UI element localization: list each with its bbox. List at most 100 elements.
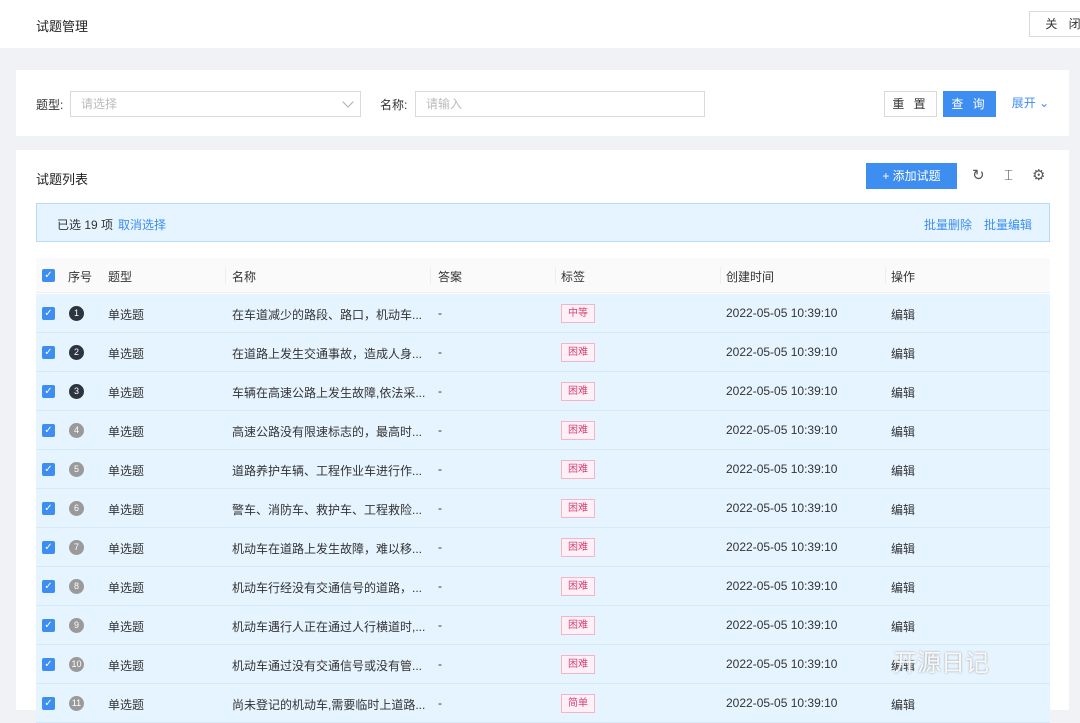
row-tag: 困难 xyxy=(561,577,595,596)
batch-edit-link[interactable]: 批量编辑 xyxy=(984,216,1032,233)
row-name: 机动车行经没有交通信号的道路，... xyxy=(232,579,422,596)
col-seq: 序号 xyxy=(68,268,92,285)
row-name: 在车道减少的路段、路口，机动车... xyxy=(232,306,422,323)
col-created: 创建时间 xyxy=(726,268,774,285)
edit-link[interactable]: 编辑 xyxy=(891,423,915,440)
close-button[interactable]: 关 闭 xyxy=(1029,11,1080,37)
chevron-down-icon: ⌄ xyxy=(1039,96,1049,110)
row-number: 6 xyxy=(69,501,84,516)
selection-alert: 已选 19 项 取消选择 批量删除 批量编辑 xyxy=(36,203,1050,242)
row-type: 单选题 xyxy=(108,462,144,479)
question-list-panel: 试题列表 + 添加试题 ↻ ⌶ ⚙ 已选 19 项 取消选择 批量删除 批量编辑… xyxy=(16,150,1069,710)
col-actions: 操作 xyxy=(891,268,915,285)
row-number: 5 xyxy=(69,462,84,477)
watermark: 开源日记 xyxy=(893,643,989,678)
edit-link[interactable]: 编辑 xyxy=(891,384,915,401)
page-header: 试题管理 关 闭 xyxy=(0,0,1080,48)
row-checkbox[interactable]: ✓ xyxy=(42,385,55,398)
row-tag: 困难 xyxy=(561,460,595,479)
row-answer: - xyxy=(438,696,442,710)
row-checkbox[interactable]: ✓ xyxy=(42,580,55,593)
row-type: 单选题 xyxy=(108,384,144,401)
page-title: 试题管理 xyxy=(36,16,88,35)
selected-count: 已选 19 项 xyxy=(57,216,113,233)
edit-link[interactable]: 编辑 xyxy=(891,618,915,635)
row-tag: 困难 xyxy=(561,382,595,401)
row-checkbox[interactable]: ✓ xyxy=(42,619,55,632)
col-tag: 标签 xyxy=(561,268,585,285)
row-created: 2022-05-05 10:39:10 xyxy=(726,501,837,515)
table-row: ✓ 2 单选题 在道路上发生交通事故，造成人身... - 困难 2022-05-… xyxy=(36,333,1050,372)
expand-toggle[interactable]: 展开 ⌄ xyxy=(1008,91,1053,117)
row-name: 机动车遇行人正在通过人行横道时,... xyxy=(232,618,425,635)
row-tag: 困难 xyxy=(561,538,595,557)
search-panel: 题型: 请选择 名称: 请输入 重 置 查 询 展开 ⌄ xyxy=(16,70,1069,136)
row-type: 单选题 xyxy=(108,657,144,674)
row-number: 11 xyxy=(69,696,84,711)
select-all-checkbox[interactable]: ✓ xyxy=(42,269,55,282)
row-checkbox[interactable]: ✓ xyxy=(42,541,55,554)
row-answer: - xyxy=(438,501,442,515)
edit-link[interactable]: 编辑 xyxy=(891,345,915,362)
row-name: 车辆在高速公路上发生故障,依法采... xyxy=(232,384,425,401)
row-tag: 困难 xyxy=(561,343,595,362)
row-created: 2022-05-05 10:39:10 xyxy=(726,462,837,476)
edit-link[interactable]: 编辑 xyxy=(891,696,915,713)
row-type: 单选题 xyxy=(108,618,144,635)
row-created: 2022-05-05 10:39:10 xyxy=(726,306,837,320)
row-tag: 困难 xyxy=(561,499,595,518)
row-name: 机动车在道路上发生故障，难以移... xyxy=(232,540,422,557)
row-type: 单选题 xyxy=(108,501,144,518)
edit-link[interactable]: 编辑 xyxy=(891,501,915,518)
expand-label: 展开 xyxy=(1012,96,1036,110)
list-title: 试题列表 xyxy=(36,169,88,188)
row-created: 2022-05-05 10:39:10 xyxy=(726,345,837,359)
row-type: 单选题 xyxy=(108,423,144,440)
table-header: ✓ 序号 题型 名称 答案 标签 创建时间 操作 xyxy=(36,258,1050,293)
gear-icon[interactable]: ⚙ xyxy=(1032,167,1045,185)
batch-delete-link[interactable]: 批量删除 xyxy=(924,216,972,233)
row-tag: 困难 xyxy=(561,655,595,674)
row-answer: - xyxy=(438,345,442,359)
type-placeholder: 请选择 xyxy=(81,97,117,111)
row-checkbox[interactable]: ✓ xyxy=(42,658,55,671)
row-number: 7 xyxy=(69,540,84,555)
row-answer: - xyxy=(438,306,442,320)
row-checkbox[interactable]: ✓ xyxy=(42,697,55,710)
edit-link[interactable]: 编辑 xyxy=(891,306,915,323)
refresh-icon[interactable]: ↻ xyxy=(972,167,985,185)
row-created: 2022-05-05 10:39:10 xyxy=(726,657,837,671)
table-row: ✓ 6 单选题 警车、消防车、救护车、工程救险... - 困难 2022-05-… xyxy=(36,489,1050,528)
row-checkbox[interactable]: ✓ xyxy=(42,502,55,515)
query-button[interactable]: 查 询 xyxy=(943,91,996,117)
table-row: ✓ 3 单选题 车辆在高速公路上发生故障,依法采... - 困难 2022-05… xyxy=(36,372,1050,411)
row-checkbox[interactable]: ✓ xyxy=(42,424,55,437)
row-checkbox[interactable]: ✓ xyxy=(42,463,55,476)
row-answer: - xyxy=(438,462,442,476)
edit-link[interactable]: 编辑 xyxy=(891,462,915,479)
cancel-selection-link[interactable]: 取消选择 xyxy=(118,216,166,233)
table-row: ✓ 8 单选题 机动车行经没有交通信号的道路，... - 困难 2022-05-… xyxy=(36,567,1050,606)
table-row: ✓ 9 单选题 机动车遇行人正在通过人行横道时,... - 困难 2022-05… xyxy=(36,606,1050,645)
edit-link[interactable]: 编辑 xyxy=(891,540,915,557)
type-select[interactable]: 请选择 xyxy=(70,91,361,117)
edit-link[interactable]: 编辑 xyxy=(891,579,915,596)
row-created: 2022-05-05 10:39:10 xyxy=(726,696,837,710)
add-question-button[interactable]: + 添加试题 xyxy=(866,163,957,189)
row-answer: - xyxy=(438,618,442,632)
row-created: 2022-05-05 10:39:10 xyxy=(726,423,837,437)
row-type: 单选题 xyxy=(108,579,144,596)
row-number: 1 xyxy=(69,306,84,321)
row-tag: 简单 xyxy=(561,694,595,713)
reset-button[interactable]: 重 置 xyxy=(884,91,937,117)
row-tag: 困难 xyxy=(561,616,595,635)
row-checkbox[interactable]: ✓ xyxy=(42,346,55,359)
col-type: 题型 xyxy=(108,268,132,285)
col-answer: 答案 xyxy=(438,268,462,285)
row-checkbox[interactable]: ✓ xyxy=(42,307,55,320)
name-input[interactable]: 请输入 xyxy=(415,91,705,117)
density-icon[interactable]: ⌶ xyxy=(1004,167,1013,185)
row-number: 3 xyxy=(69,384,84,399)
row-name: 道路养护车辆、工程作业车进行作... xyxy=(232,462,422,479)
table-row: ✓ 7 单选题 机动车在道路上发生故障，难以移... - 困难 2022-05-… xyxy=(36,528,1050,567)
